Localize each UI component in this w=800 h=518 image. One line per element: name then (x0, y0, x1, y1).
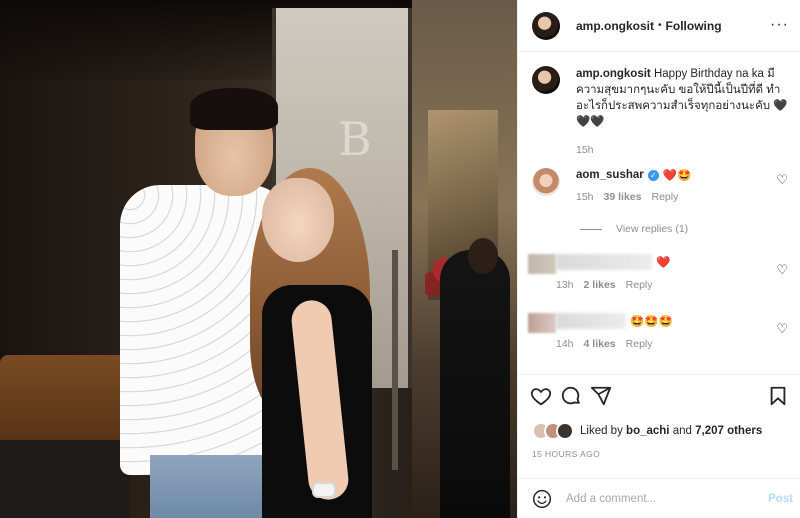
following-button[interactable]: Following (666, 19, 722, 33)
photo-woman-face (262, 178, 334, 262)
comment-meta: 13h 2 likes Reply (556, 279, 670, 291)
post-comment-button[interactable]: Post (768, 493, 793, 505)
comment-time[interactable]: 14h (556, 338, 574, 350)
comment-avatar[interactable] (528, 313, 556, 333)
heart-outline-icon[interactable] (530, 385, 552, 407)
share-icon[interactable] (590, 385, 612, 407)
liked-by-others[interactable]: 7,207 others (695, 425, 762, 437)
posted-time[interactable]: 15 HOURS AGO (532, 449, 600, 459)
post-modal: B amp.ongkosit • Following ··· amp.ongko… (0, 0, 800, 518)
comment-meta: 15h 39 likes Reply (576, 191, 691, 203)
liker-avatars (532, 422, 574, 440)
photo-door-logo: B (338, 112, 372, 166)
comment-likes[interactable]: 4 likes (584, 338, 616, 350)
comment-body: ❤️ 13h 2 likes Reply (556, 254, 670, 291)
comment-line: ❤️ (556, 254, 670, 270)
comment-time[interactable]: 13h (556, 279, 574, 291)
comment-reply-button[interactable]: Reply (626, 279, 653, 291)
photo-table (0, 440, 130, 518)
liked-by-user[interactable]: bo_achi (626, 425, 669, 437)
author-avatar[interactable] (532, 11, 560, 40)
add-comment-bar: Add a comment... Post (518, 478, 800, 518)
caption-username[interactable]: amp.ongkosit (576, 68, 651, 80)
comment-body: aom_sushar ✓ ❤️🤩 15h 39 likes Reply (576, 168, 691, 203)
view-replies[interactable]: View replies (1) (580, 223, 688, 235)
comment-like-heart-icon[interactable]: ♡ (776, 172, 788, 188)
caption: amp.ongkosit Happy Birthday na ka มีความ… (532, 66, 794, 158)
caption-time[interactable]: 15h (576, 142, 791, 158)
comment-text: ❤️🤩 (662, 170, 692, 182)
liked-by-conj: and (672, 425, 692, 437)
comment-avatar[interactable] (532, 168, 560, 196)
photo-door-handle (392, 250, 398, 470)
comment-text: 🤩🤩🤩 (630, 316, 673, 328)
more-options-icon[interactable]: ··· (770, 16, 789, 34)
comment-username-blurred[interactable] (556, 254, 652, 270)
photo-man-jeans (150, 455, 280, 518)
liked-by: Liked by bo_achi and 7,207 others (532, 422, 762, 440)
photo-man-hair (190, 88, 278, 130)
comment-body: 🤩🤩🤩 14h 4 likes Reply (556, 313, 673, 350)
add-comment-input[interactable]: Add a comment... (566, 493, 656, 505)
comment-line: aom_sushar ✓ ❤️🤩 (576, 168, 691, 182)
action-bar (518, 374, 800, 422)
header-separator: • (658, 20, 662, 31)
comment-username[interactable]: aom_sushar (576, 169, 644, 181)
view-replies-dash (580, 228, 602, 230)
photo-watch (312, 482, 336, 498)
post-header: amp.ongkosit • Following ··· (518, 0, 800, 52)
photo-background-person-head (468, 238, 498, 274)
comment-likes[interactable]: 39 likes (604, 191, 642, 203)
comment-username-blurred[interactable] (556, 313, 626, 329)
comment: 🤩🤩🤩 14h 4 likes Reply ♡ (528, 313, 790, 350)
author-username[interactable]: amp.ongkosit (576, 19, 654, 33)
caption-avatar[interactable] (532, 66, 560, 94)
emoji-icon[interactable] (532, 489, 552, 509)
liker-avatar[interactable] (556, 422, 574, 440)
caption-body: amp.ongkosit Happy Birthday na ka มีความ… (576, 66, 791, 158)
comment-likes[interactable]: 2 likes (584, 279, 616, 291)
comment-icon[interactable] (560, 385, 582, 407)
verified-badge-icon: ✓ (647, 169, 659, 181)
view-replies-label[interactable]: View replies (1) (616, 223, 688, 235)
comment-like-heart-icon[interactable]: ♡ (776, 262, 788, 278)
photo-background-person (440, 250, 510, 518)
post-photo[interactable]: B (0, 0, 517, 518)
liked-by-prefix: Liked by (580, 425, 623, 437)
comment-reply-button[interactable]: Reply (651, 191, 678, 203)
comment-line: 🤩🤩🤩 (556, 313, 673, 329)
comment: aom_sushar ✓ ❤️🤩 15h 39 likes Reply ♡ (532, 168, 794, 203)
post-sidebar: amp.ongkosit • Following ··· amp.ongkosi… (517, 0, 800, 518)
comment-avatar[interactable] (528, 254, 556, 274)
bookmark-icon[interactable] (767, 385, 789, 407)
comment-meta: 14h 4 likes Reply (556, 338, 673, 350)
comment-time[interactable]: 15h (576, 191, 594, 203)
comment: ❤️ 13h 2 likes Reply ♡ (528, 254, 790, 291)
comment-text: ❤️ (656, 257, 671, 269)
comment-like-heart-icon[interactable]: ♡ (776, 321, 788, 337)
comment-reply-button[interactable]: Reply (626, 338, 653, 350)
